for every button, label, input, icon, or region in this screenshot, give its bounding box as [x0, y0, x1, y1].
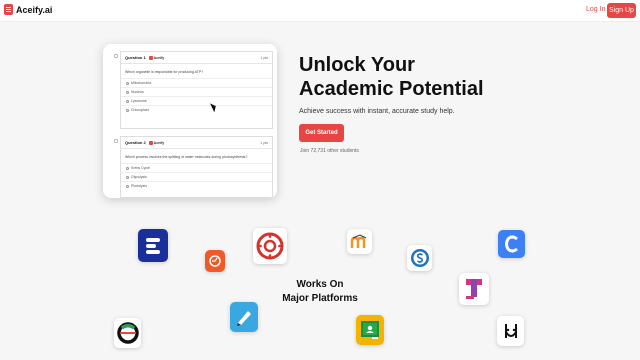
radio-icon [126, 175, 129, 179]
answer-option[interactable]: Mitochondria [121, 78, 272, 87]
answer-option[interactable]: Chloroplast [121, 105, 272, 114]
radio-icon [126, 184, 129, 188]
radio-icon [126, 108, 129, 112]
answer-option[interactable]: Krebs Cycle [121, 163, 272, 172]
google-classroom-icon [356, 315, 384, 345]
question-card: Question 1 Aceify 1 pts Which organelle … [120, 51, 273, 129]
platforms-heading: Works On Major Platforms [282, 279, 358, 304]
signup-button[interactable]: Sign Up [607, 3, 636, 18]
cengage-icon [498, 230, 525, 258]
students-count: Join 72,731 other students [300, 148, 359, 154]
logo-icon [4, 4, 13, 15]
question-text: Which organelle is responsible for produ… [125, 70, 204, 74]
top-bar: Aceify.ai Log In Sign Up [0, 0, 640, 22]
aceify-icon [148, 55, 153, 60]
canvas-icon [253, 228, 287, 264]
question-points: 1 pts [260, 140, 268, 145]
schoology-icon [407, 245, 432, 271]
wooclap-icon [497, 316, 524, 346]
checkbox-icon [114, 54, 118, 58]
aceify-icon [148, 140, 153, 145]
aceify-badge: Aceify [148, 55, 164, 60]
answer-option[interactable]: Photolysis [121, 181, 272, 190]
d2l-icon [114, 318, 141, 348]
question-text: Which process involves the splitting of … [125, 155, 248, 159]
hero-heading: Unlock Your Academic Potential [299, 54, 484, 100]
radio-icon [126, 99, 129, 103]
quiz-preview-card: Question 1 Aceify 1 pts Which organelle … [103, 44, 277, 198]
pearson-icon [205, 250, 225, 272]
radio-icon [126, 166, 129, 170]
question-title: Question 2 [125, 140, 146, 145]
answer-option[interactable]: Nucleus [121, 87, 272, 96]
question-points: 1 pts [260, 55, 268, 60]
aceify-badge: Aceify [148, 140, 164, 145]
radio-icon [126, 81, 129, 85]
top-hat-icon [459, 273, 489, 305]
moodle-icon [347, 229, 372, 254]
answer-option[interactable]: Lysosome [121, 96, 272, 105]
get-started-button[interactable]: Get Started [299, 124, 344, 142]
checkbox-icon [114, 139, 118, 143]
question-title: Question 1 [125, 55, 146, 60]
edmentum-icon [138, 229, 168, 262]
answer-option[interactable]: Glycolysis [121, 172, 272, 181]
radio-icon [126, 90, 129, 94]
pencil-icon [230, 302, 258, 332]
brand-name: Aceify.ai [16, 4, 53, 15]
login-link[interactable]: Log In [586, 6, 605, 13]
question-card: Question 2 Aceify 1 pts Which process in… [120, 136, 273, 198]
hero-subtitle: Achieve success with instant, accurate s… [299, 108, 455, 115]
brand-logo[interactable]: Aceify.ai [4, 4, 52, 15]
